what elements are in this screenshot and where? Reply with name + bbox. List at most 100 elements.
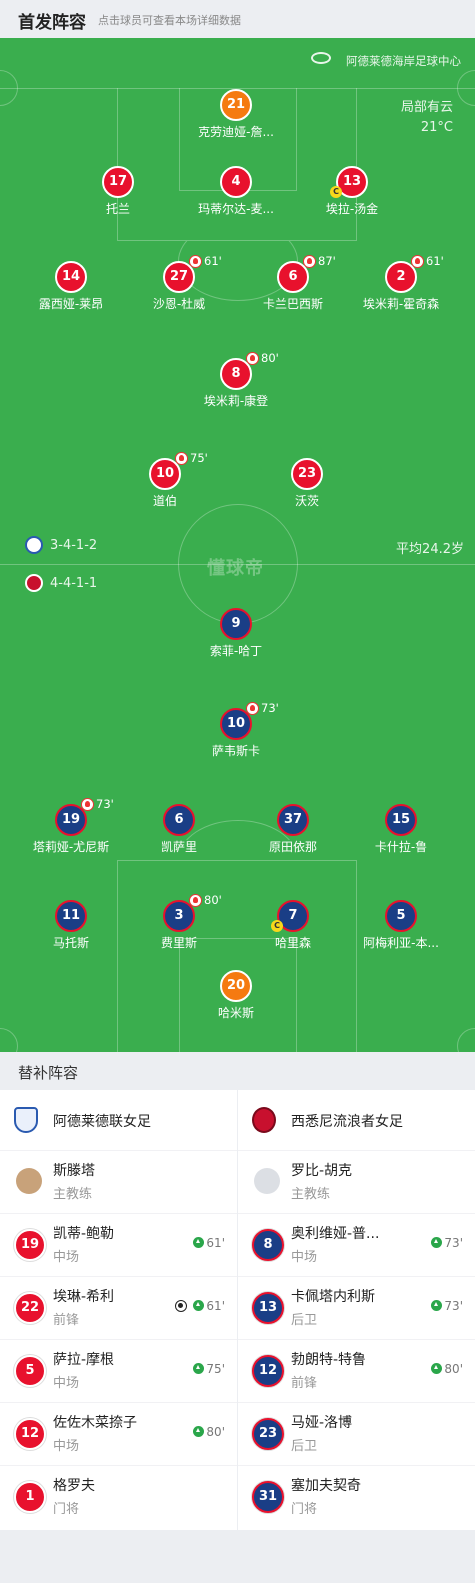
home-player[interactable]: 21 克劳迪娅-詹... xyxy=(176,89,296,139)
bench-player-row[interactable]: 31 塞加夫契奇 门将 xyxy=(238,1465,475,1528)
substitution-off-icon xyxy=(411,255,424,268)
player-name: 萨拉-摩根 xyxy=(53,1352,115,1368)
player-number: 20 xyxy=(220,970,252,1002)
coach-avatar xyxy=(16,1168,42,1194)
player-name: 埃米莉-霍奇森 xyxy=(362,297,440,311)
bench-player-row[interactable]: 23 马娅-洛博 后卫 xyxy=(238,1402,475,1465)
away-player[interactable]: 9 索菲-哈丁 xyxy=(176,608,296,658)
player-number: 12 xyxy=(14,1418,46,1450)
substitution-in-icon xyxy=(431,1363,443,1374)
player-position: 中场 xyxy=(53,1376,80,1391)
substitution-minute: 80' xyxy=(261,351,279,365)
player-number: 1 xyxy=(14,1481,46,1513)
home-player[interactable]: 2 埃米莉-霍奇森 61' xyxy=(341,254,461,311)
substitution-in-icon xyxy=(431,1237,443,1248)
player-number: 22 xyxy=(14,1292,46,1324)
home-player[interactable]: 17 托兰 xyxy=(58,166,178,216)
player-position: 门将 xyxy=(291,1502,318,1517)
player-number: 5 xyxy=(385,900,417,932)
player-name: 玛蒂尔达-麦... xyxy=(198,202,274,216)
player-name: 卡佩塔内利斯 xyxy=(291,1289,375,1305)
bench-player-row[interactable]: 8 奥利维娅-普... 中场 73' xyxy=(238,1213,475,1276)
player-number: 15 xyxy=(385,804,417,836)
substitution-in-icon xyxy=(193,1300,205,1311)
substitution-off-icon xyxy=(189,894,202,907)
corner-arc xyxy=(457,70,475,106)
away-player[interactable]: 5 阿梅利亚-本... xyxy=(341,900,461,950)
away-team-logo-icon xyxy=(25,574,43,592)
substitution-off-icon xyxy=(303,255,316,268)
pitch: 阿德莱德海岸足球中心 局部有云 21°C 3-4-1-2 4-4-1-1 平均2… xyxy=(0,38,475,1052)
lineup-header: 首发阵容 点击球员可查看本场详细数据 xyxy=(0,0,475,38)
player-name: 卡什拉-鲁 xyxy=(374,840,428,854)
away-player[interactable]: 15 卡什拉-鲁 xyxy=(341,804,461,854)
stadium-icon xyxy=(311,52,331,64)
home-player[interactable]: 13 埃拉-汤金 C xyxy=(292,166,412,216)
away-team-row[interactable]: 西悉尼流浪者女足 xyxy=(238,1090,475,1150)
home-player[interactable]: 4 玛蒂尔达-麦... xyxy=(176,166,296,216)
away-player[interactable]: 10 萨韦斯卡 73' xyxy=(176,701,296,758)
substitution-minute: 73' xyxy=(444,1299,463,1313)
substitution-in-icon xyxy=(193,1426,205,1437)
substitution-minute: 61' xyxy=(204,254,222,268)
home-player[interactable]: 6 卡兰巴西斯 87' xyxy=(233,254,353,311)
player-name: 萨韦斯卡 xyxy=(211,744,260,758)
player-number: 4 xyxy=(220,166,252,198)
corner-arc xyxy=(457,1028,475,1052)
player-number: 17 xyxy=(102,166,134,198)
away-player[interactable]: 20 哈米斯 xyxy=(176,970,296,1020)
bench-player-row[interactable]: 12 勃朗特-特鲁 前锋 80' xyxy=(238,1339,475,1402)
home-formation: 3-4-1-2 xyxy=(50,538,98,553)
away-coach-row[interactable]: 罗比-胡克 主教练 xyxy=(238,1150,475,1213)
player-name: 原田依那 xyxy=(268,840,317,854)
away-player[interactable]: 6 凯萨里 xyxy=(119,804,239,854)
player-name: 道伯 xyxy=(152,494,177,508)
away-player[interactable]: 37 原田依那 xyxy=(233,804,353,854)
bench-player-row[interactable]: 5 萨拉-摩根 中场 75' xyxy=(0,1339,237,1402)
captain-badge-icon: C xyxy=(271,920,283,932)
home-player[interactable]: 8 埃米莉-康登 80' xyxy=(176,351,296,408)
player-position: 后卫 xyxy=(291,1439,318,1454)
substitution-in: 75' xyxy=(193,1362,225,1376)
substitution-off-icon xyxy=(246,702,259,715)
away-player[interactable]: 3 费里斯 80' xyxy=(119,893,239,950)
player-number: 23 xyxy=(252,1418,284,1450)
substitution-minute: 61' xyxy=(426,254,444,268)
away-player[interactable]: 7 哈里森 C xyxy=(233,900,353,950)
player-name: 费里斯 xyxy=(160,936,197,950)
substitution-in-icon xyxy=(193,1363,205,1374)
home-player[interactable]: 10 道伯 75' xyxy=(105,451,225,508)
player-name: 卡兰巴西斯 xyxy=(262,297,323,311)
temperature: 21°C xyxy=(420,120,453,135)
substitution-in: 80' xyxy=(431,1362,463,1376)
home-player[interactable]: 27 沙恩-杜威 61' xyxy=(119,254,239,311)
watermark-logo: 懂球帝 xyxy=(207,558,264,579)
player-number: 23 xyxy=(291,458,323,490)
home-player[interactable]: 23 沃茨 xyxy=(247,458,367,508)
player-name: 奥利维娅-普... xyxy=(291,1226,380,1242)
bench-player-row[interactable]: 22 埃琳-希利 前锋 61' xyxy=(0,1276,237,1339)
away-player[interactable]: 19 塔莉娅-尤尼斯 73' xyxy=(11,797,131,854)
coach-role: 主教练 xyxy=(291,1187,331,1202)
substitution-off-icon xyxy=(189,255,202,268)
substitution-minute: 73' xyxy=(261,701,279,715)
bench-player-row[interactable]: 13 卡佩塔内利斯 后卫 73' xyxy=(238,1276,475,1339)
home-player[interactable]: 14 露西娅-莱昂 xyxy=(11,261,131,311)
bench-player-row[interactable]: 19 凯蒂-鲍勒 中场 61' xyxy=(0,1213,237,1276)
player-name: 凯萨里 xyxy=(160,840,197,854)
lineup-hint: 点击球员可查看本场详细数据 xyxy=(98,14,241,27)
substitution-minute: 75' xyxy=(206,1362,225,1376)
bench-player-row[interactable]: 1 格罗夫 门将 xyxy=(0,1465,237,1528)
player-name: 马托斯 xyxy=(52,936,89,950)
player-name: 阿梅利亚-本... xyxy=(363,936,439,950)
substitution-in: 73' xyxy=(431,1236,463,1250)
player-position: 中场 xyxy=(291,1250,318,1265)
home-team-row[interactable]: 阿德莱德联女足 xyxy=(0,1090,237,1150)
bench-player-row[interactable]: 12 佐佐木菜捺子 中场 80' xyxy=(0,1402,237,1465)
player-position: 后卫 xyxy=(291,1313,318,1328)
home-coach-row[interactable]: 斯滕塔 主教练 xyxy=(0,1150,237,1213)
away-player[interactable]: 11 马托斯 xyxy=(11,900,131,950)
home-team-name: 阿德莱德联女足 xyxy=(53,1114,151,1130)
home-team-logo-icon xyxy=(14,1107,38,1133)
player-number: 9 xyxy=(220,608,252,640)
